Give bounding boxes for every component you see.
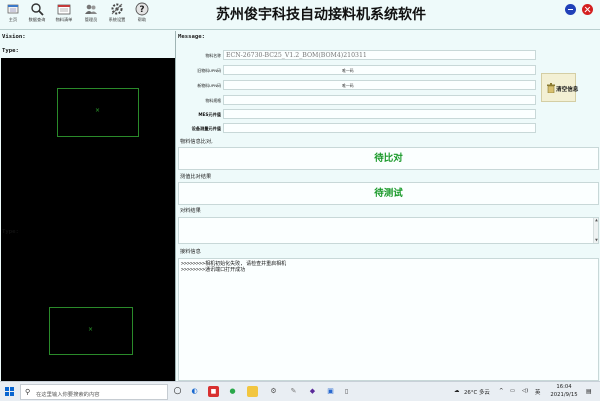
admin-label: 管理员 [84,17,98,22]
result-section-label: 对料结果 [180,208,201,214]
log-line: >>>>>>>>通讯端口打开成功 [181,267,246,273]
file-explorer-icon[interactable] [247,386,258,397]
home-button[interactable]: 主页 [2,1,24,29]
weather-icon[interactable]: ☁ [454,388,459,394]
settings-icon [111,3,123,15]
old-upn-field[interactable] [223,65,536,75]
help-button[interactable]: ? 帮助 [131,1,153,29]
scroll-down-icon[interactable]: ▼ [594,238,599,243]
new-unique-code-label: 唯一码 [342,83,354,88]
red-app-icon[interactable]: ■ [208,386,219,397]
compare-status: 待比对 [178,147,599,170]
new-upn-label: 新物料UPN码 [197,83,221,88]
crosshair-icon: × [95,107,101,114]
windows-start-button[interactable] [5,387,14,396]
material-list-button[interactable]: 物料清单 [53,1,75,29]
result-scrollbar[interactable]: ▲ ▼ [593,218,598,243]
spec-field[interactable] [223,95,536,105]
vision-panel: Vision: Type: × ▲ ▼ Type: × [0,31,176,381]
search-placeholder: 在这里输入你要搜索的内容 [36,392,100,398]
measure-section-label: 测值比对结果 [180,174,212,180]
taskbar-search-box[interactable]: ⚲ 在这里输入你要搜索的内容 [20,384,168,400]
admin-icon [85,4,97,14]
home-icon [7,4,19,14]
scroll-up-icon[interactable]: ▲ [594,218,599,223]
material-list-icon [57,4,71,15]
measure-status: 待测试 [178,182,599,205]
toolbar: 主页 数据查询 物料清单 管理员 系统设置 ? 帮助 苏州俊宇科技自动接料机系统… [0,0,600,30]
tools-icon[interactable]: ✎ [288,386,299,397]
task-view-icon[interactable]: ○ [172,386,183,397]
camera-view-bottom[interactable]: × [1,239,175,381]
old-upn-label: 旧物料UPN码 [197,68,221,73]
vision-label: Vision: [2,34,26,40]
system-clock[interactable]: 16:04 2021/9/15 [546,384,582,399]
device-value-field[interactable] [223,123,536,133]
folder-icon[interactable]: ▣ [325,386,336,397]
old-unique-code-label: 唯一码 [342,68,354,73]
result-box[interactable]: ▲ ▼ [178,217,599,244]
type-label-bottom: Type: [2,229,19,235]
notification-icon[interactable]: ▤ [586,388,592,395]
app-title: 苏州俊宇科技自动接料机系统软件 [216,7,426,23]
app-window: 主页 数据查询 物料清单 管理员 系统设置 ? 帮助 苏州俊宇科技自动接料机系统… [0,0,600,381]
weather-text[interactable]: 26°C 多云 [464,388,490,396]
search-icon [31,3,44,16]
compare-section-label: 物料信息比对, [180,139,213,145]
material-name-label: 物料名称 [205,53,221,58]
svg-text:?: ? [139,5,144,15]
type-label-top: Type: [2,48,19,54]
crosshair-icon: × [88,326,94,333]
settings-icon[interactable]: ⚙ [268,386,279,397]
clear-info-label: 清空信息 [556,87,579,93]
search-icon: ⚲ [25,388,31,396]
vs-icon[interactable]: ◆ [307,386,318,397]
clear-info-button[interactable]: 清空信息 [541,73,579,102]
camera-view-top[interactable]: × [1,58,175,245]
wechat-icon[interactable]: ● [227,386,238,397]
mes-value-field[interactable] [223,109,536,119]
data-query-button[interactable]: 数据查询 [26,1,48,29]
minimize-button[interactable] [565,4,576,15]
device-value-label: 设备测量元件值 [191,126,221,131]
clock-date: 2021/9/15 [550,391,578,398]
data-query-label: 数据查询 [28,17,46,22]
mes-value-label: MES元件值 [198,112,221,117]
message-panel: Message: 物料名称 ECN-26730-BC25_V1.2_BOM(BO… [177,31,600,381]
log-box[interactable]: >>>>>>>>相机初始化失败, 请检查并重启相机 >>>>>>>>通讯端口打开… [178,258,599,381]
help-label: 帮助 [137,17,147,22]
app-icon[interactable]: ▯ [341,386,352,397]
volume-icon[interactable]: ◁) [522,388,528,394]
input-method[interactable]: 英 [535,388,540,396]
tray-expand-icon[interactable]: ^ [499,388,504,394]
close-button[interactable] [582,4,593,15]
new-upn-field[interactable] [223,80,536,90]
help-icon: ? [135,2,149,16]
system-settings-label: 系统设置 [108,17,126,22]
clear-icon [547,83,555,93]
spec-label: 物料规格 [205,98,221,103]
system-settings-button[interactable]: 系统设置 [106,1,128,29]
log-section-label: 接料信息 [180,249,201,255]
network-icon[interactable]: ▭ [510,388,515,394]
clock-time: 16:04 [556,384,572,390]
admin-button[interactable]: 管理员 [80,1,102,29]
material-name-field[interactable]: ECN-26730-BC25_V1.2_BOM(BOM4)210311 [223,50,536,60]
taskbar: ⚲ 在这里输入你要搜索的内容 ○ ◐ ■ ● ⚙ ✎ ◆ ▣ ▯ ☁ 26°C … [0,381,600,401]
message-header: Message: [178,34,205,40]
material-list-label: 物料清单 [55,17,73,22]
home-label: 主页 [8,17,18,22]
edge-icon[interactable]: ◐ [189,386,200,397]
